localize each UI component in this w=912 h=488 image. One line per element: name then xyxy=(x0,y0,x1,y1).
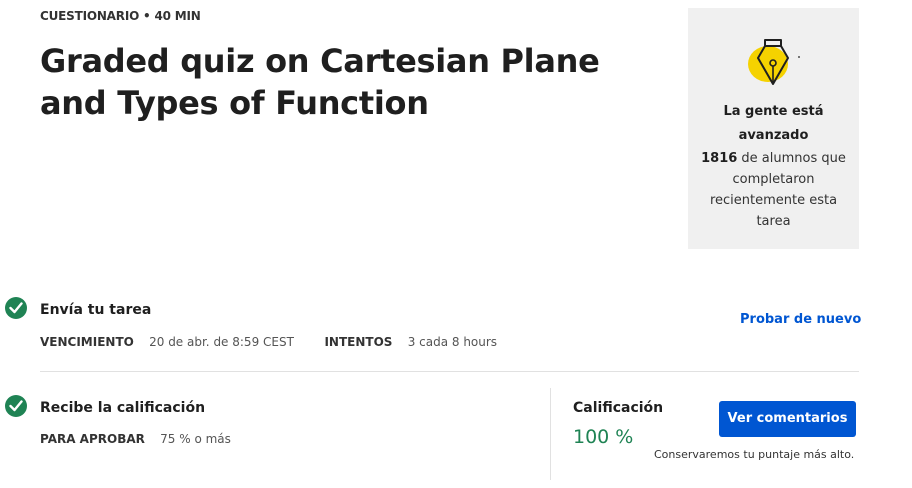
view-feedback-button[interactable]: Ver comentarios xyxy=(719,401,856,437)
due-label: VENCIMIENTO xyxy=(40,335,134,349)
pass-value: 75 % o más xyxy=(160,432,231,446)
panel-heading: La gente está avanzado xyxy=(723,104,824,143)
pen-nib-icon xyxy=(743,32,803,88)
pass-details: PARA APROBAR 75 % o más xyxy=(40,428,231,447)
pass-label: PARA APROBAR xyxy=(40,432,145,446)
completed-check-icon xyxy=(5,297,27,319)
completed-check-icon xyxy=(5,395,27,417)
item-meta: CUESTIONARIO • 40 MIN xyxy=(40,9,201,23)
learners-count: 1816 xyxy=(701,151,738,166)
retry-link[interactable]: Probar de nuevo xyxy=(740,312,861,327)
attempts-value: 3 cada 8 hours xyxy=(407,335,498,349)
panel-body: 1816 de alumnos que completaron reciente… xyxy=(696,148,851,232)
page-title: Graded quiz on Cartesian Plane and Types… xyxy=(40,42,600,122)
section-divider xyxy=(40,371,859,372)
progress-panel: La gente está avanzado 1816 de alumnos q… xyxy=(688,8,859,249)
attempts-label: INTENTOS xyxy=(324,335,393,349)
grade-label: Calificación xyxy=(573,400,664,416)
grade-value: 100 % xyxy=(573,426,634,448)
grade-step-title: Recibe la calificación xyxy=(40,400,206,416)
vertical-divider xyxy=(550,388,551,480)
keep-highest-note: Conservaremos tu puntaje más alto. xyxy=(654,448,855,461)
submit-step-title: Envía tu tarea xyxy=(40,302,152,318)
submit-details: VENCIMIENTO 20 de abr. de 8:59 CEST INTE… xyxy=(40,331,497,350)
due-value: 20 de abr. de 8:59 CEST xyxy=(149,335,294,349)
